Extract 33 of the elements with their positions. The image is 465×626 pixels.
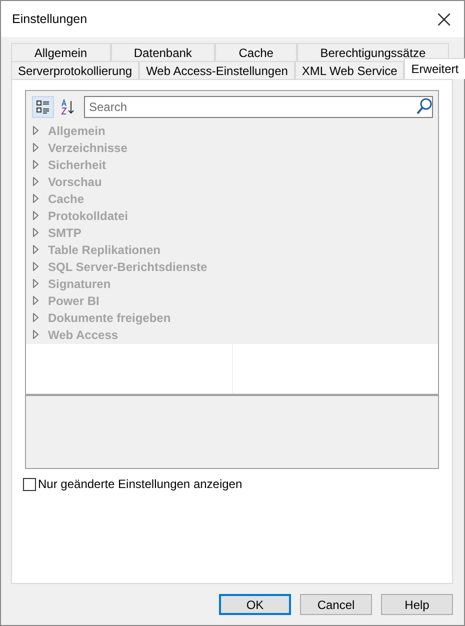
expand-icon[interactable] bbox=[32, 194, 39, 203]
expand-icon[interactable] bbox=[32, 262, 39, 271]
sort-az-icon bbox=[60, 99, 76, 115]
search-field[interactable]: Search bbox=[84, 96, 433, 118]
dialog-button[interactable]: Cancel bbox=[300, 594, 372, 615]
window-title: Einstellungen bbox=[12, 12, 88, 26]
expand-icon[interactable] bbox=[32, 143, 39, 152]
tab[interactable]: Web Access-Einstellungen bbox=[139, 61, 295, 79]
checkbox-label[interactable]: Nur geänderte Einstellungen anzeigen bbox=[38, 477, 242, 491]
dialog-button[interactable]: Help bbox=[381, 594, 453, 615]
expand-icon[interactable] bbox=[32, 177, 39, 186]
expand-icon[interactable] bbox=[32, 296, 39, 305]
checkbox[interactable] bbox=[23, 478, 36, 490]
expand-icon[interactable] bbox=[32, 228, 39, 237]
expand-icon[interactable] bbox=[32, 313, 39, 322]
tab[interactable]: Erweitert bbox=[404, 58, 465, 79]
tab[interactable]: Serverprotokollierung bbox=[11, 61, 140, 79]
tab[interactable]: Datenbank bbox=[110, 43, 216, 61]
expand-icon[interactable] bbox=[32, 126, 39, 135]
expand-icon[interactable] bbox=[32, 279, 39, 288]
expand-icon[interactable] bbox=[32, 330, 39, 339]
tab[interactable]: Cache bbox=[215, 43, 297, 61]
tab[interactable]: Berechtigungssätze bbox=[296, 43, 450, 61]
tab[interactable]: XML Web Service bbox=[294, 61, 404, 79]
expand-icon[interactable] bbox=[32, 211, 39, 220]
close-button[interactable]: × bbox=[424, 1, 464, 37]
expand-icon[interactable] bbox=[32, 160, 39, 169]
list-icon bbox=[36, 100, 50, 114]
dialog-button[interactable]: OK bbox=[219, 594, 291, 615]
search-icon bbox=[416, 98, 432, 115]
expand-icon[interactable] bbox=[32, 245, 39, 254]
categorized-view-button[interactable] bbox=[32, 96, 54, 118]
tab[interactable]: Allgemein bbox=[11, 43, 110, 61]
